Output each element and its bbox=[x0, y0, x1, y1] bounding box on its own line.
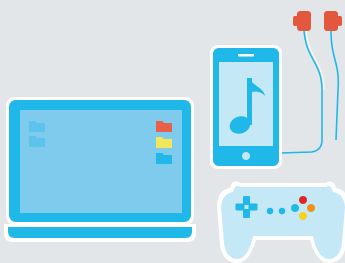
action-button-left bbox=[291, 204, 299, 212]
devices-illustration bbox=[0, 0, 345, 263]
select-button bbox=[266, 207, 274, 215]
action-button-top bbox=[299, 196, 307, 204]
laptop-icon bbox=[4, 97, 196, 242]
earbud-left bbox=[297, 11, 311, 31]
action-button-right bbox=[307, 204, 315, 212]
earbud-right-tip bbox=[337, 16, 342, 26]
laptop-base bbox=[8, 227, 192, 238]
phone-screen bbox=[219, 62, 273, 146]
smartphone-icon bbox=[210, 45, 282, 169]
phone-home-button bbox=[242, 152, 250, 160]
start-button bbox=[278, 207, 286, 215]
phone-speaker bbox=[238, 54, 254, 57]
action-button-bottom bbox=[299, 212, 307, 220]
earbud-left-tip bbox=[293, 16, 298, 26]
earbud-right bbox=[324, 11, 338, 31]
